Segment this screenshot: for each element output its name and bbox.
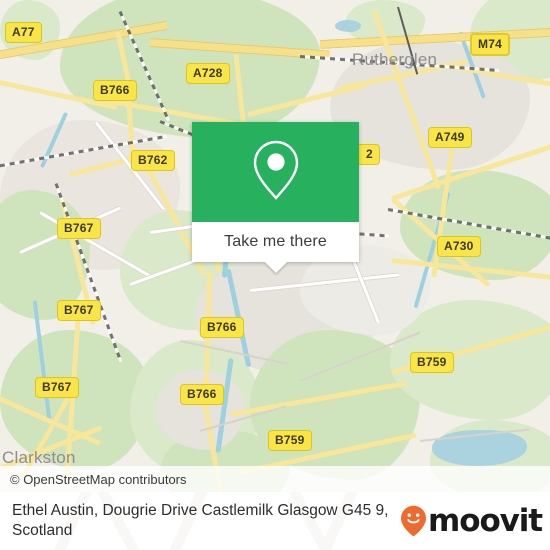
map-road-shield-b766[interactable]: B766 [180, 384, 224, 405]
map-canvas[interactable]: Rutherglen Clarkston A77 B766 A728 M74 B… [0, 0, 550, 492]
map-road-shield-b767[interactable]: B767 [57, 300, 101, 321]
osm-attribution-text[interactable]: © OpenStreetMap contributors [0, 472, 187, 487]
map-road-shield-a77[interactable]: A77 [5, 22, 42, 43]
map-road-shield-b766[interactable]: B766 [200, 317, 244, 338]
map-road-shield-a749[interactable]: A749 [428, 127, 472, 148]
location-title: Ethel Austin, Dougrie Drive Castlemilk G… [12, 502, 389, 539]
map-water-pond [335, 20, 361, 32]
map-road-shield-b759[interactable]: B759 [268, 430, 312, 451]
map-place-label-rutherglen: Rutherglen [352, 50, 438, 69]
callout-pointer [264, 262, 287, 273]
bottom-info-bar: Ethel Austin, Dougrie Drive Castlemilk G… [0, 492, 550, 550]
map-road-shield-a728[interactable]: A728 [186, 63, 230, 84]
location-callout-card[interactable]: Take me there [192, 122, 359, 273]
callout-header [192, 122, 359, 222]
map-road-shield-b767[interactable]: B767 [57, 218, 101, 239]
map-place-label-clarkston: Clarkston [2, 448, 76, 467]
map-attribution-bar: © OpenStreetMap contributors [0, 466, 550, 492]
map-road-shield-b762[interactable]: B762 [131, 150, 175, 171]
take-me-there-label: Take me there [224, 233, 327, 250]
map-road-shield-m74[interactable]: M74 [470, 33, 510, 56]
map-pin-icon [250, 138, 302, 207]
map-road-shield-a730[interactable]: A730 [437, 236, 481, 257]
map-road-shield-b766[interactable]: B766 [93, 80, 137, 101]
map-road-shield-b767[interactable]: B767 [35, 377, 79, 398]
map-screenshot: Rutherglen Clarkston A77 B766 A728 M74 B… [0, 0, 550, 550]
moovit-wordmark: moovit [428, 502, 543, 539]
moovit-smiley-pin-icon [400, 505, 427, 537]
map-road-shield-b759[interactable]: B759 [410, 352, 454, 373]
callout-footer[interactable]: Take me there [192, 222, 359, 262]
moovit-logo[interactable]: moovit [400, 502, 543, 539]
